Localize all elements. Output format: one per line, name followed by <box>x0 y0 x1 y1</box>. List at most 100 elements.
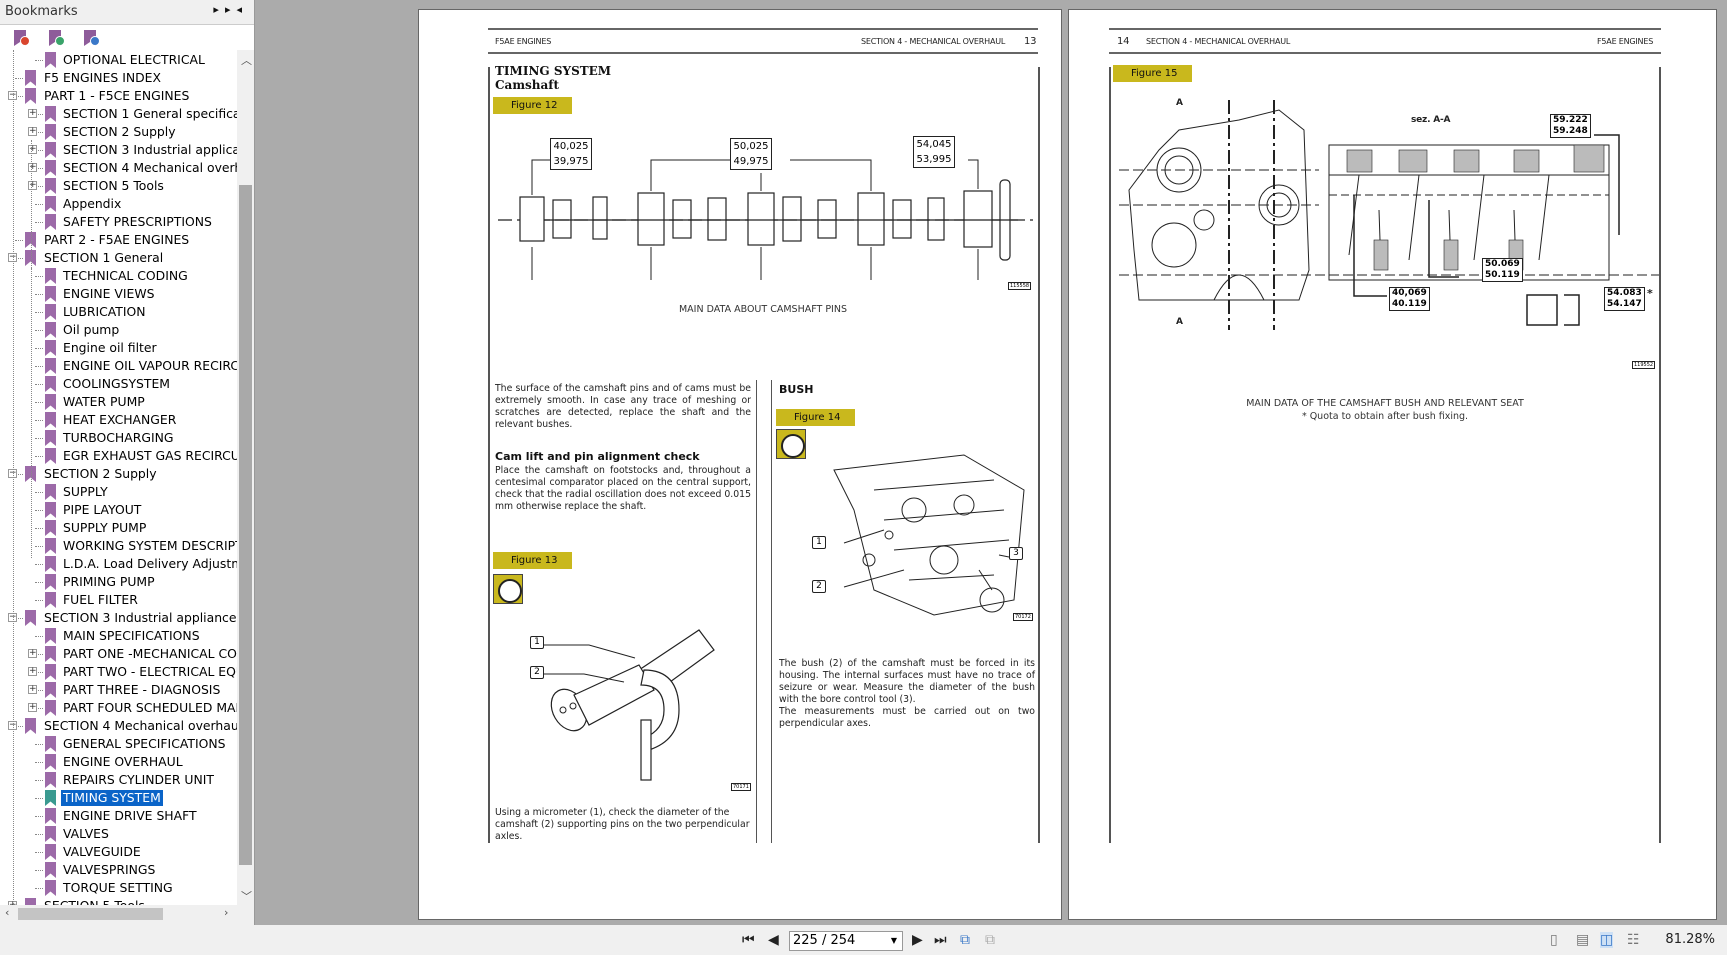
expand-icon[interactable]: + <box>28 703 37 712</box>
bookmark-item[interactable]: L.D.A. Load Delivery Adjustment <box>0 555 237 573</box>
bookmark-item[interactable]: HEAT EXCHANGER <box>0 411 237 429</box>
first-page-icon[interactable]: ⏮ <box>742 932 755 948</box>
bookmark-item[interactable]: TECHNICAL CODING <box>0 267 237 285</box>
section-label: sez. A-A <box>1411 115 1451 125</box>
bookmark-item[interactable]: EGR EXHAUST GAS RECIRCULATION <box>0 447 237 465</box>
bookmark-icon <box>45 628 56 644</box>
scroll-up-icon[interactable]: ︿ <box>241 52 252 68</box>
bookmark-item[interactable]: ENGINE OIL VAPOUR RECIRCULATION <box>0 357 237 375</box>
scroll-right-icon[interactable]: › <box>224 906 228 919</box>
bookmark-item[interactable]: VALVEGUIDE <box>0 843 237 861</box>
bookmark-item[interactable]: VALVESPRINGS <box>0 861 237 879</box>
bookmark-item[interactable]: MAIN SPECIFICATIONS <box>0 627 237 645</box>
scroll-down-icon[interactable]: ﹀ <box>241 888 252 904</box>
bookmark-item[interactable]: + PART FOUR SCHEDULED MAINTENANCE <box>0 699 237 717</box>
bookmark-item[interactable]: SAFETY PRESCRIPTIONS <box>0 213 237 231</box>
facing-view-icon[interactable]: ◫ <box>1600 932 1614 948</box>
bookmark-label: PART ONE -MECHANICAL COMPONENTS <box>63 646 237 661</box>
bookmark-icon <box>45 520 56 536</box>
bookmark-icon <box>45 142 56 158</box>
expand-icon[interactable]: + <box>28 181 37 190</box>
bookmark-item[interactable]: WATER PUMP <box>0 393 237 411</box>
single-page-view-icon[interactable]: ▯ <box>1550 932 1558 948</box>
bookmark-item[interactable]: PRIMING PUMP <box>0 573 237 591</box>
continuous-facing-view-icon[interactable]: ☷ <box>1627 932 1640 948</box>
zoom-level[interactable]: 81.28% <box>1665 932 1715 947</box>
bookmark-item[interactable]: ENGINE VIEWS <box>0 285 237 303</box>
bookmark-item[interactable]: Oil pump <box>0 321 237 339</box>
bookmark-item[interactable]: LUBRICATION <box>0 303 237 321</box>
collapse-panel-icon[interactable]: ◂ <box>236 3 248 16</box>
bookmark-item[interactable]: TIMING SYSTEM <box>0 789 237 807</box>
bookmark-item[interactable]: GENERAL SPECIFICATIONS <box>0 735 237 753</box>
bookmark-item[interactable]: + SECTION 1 General specification <box>0 105 237 123</box>
expand-icon[interactable]: + <box>28 685 37 694</box>
expand-icon[interactable]: + <box>28 649 37 658</box>
bookmark-icon <box>45 430 56 446</box>
micrometer-tool-icon <box>493 574 523 604</box>
bookmark-item[interactable]: − PART 1 - F5CE ENGINES <box>0 87 237 105</box>
bookmark-item[interactable]: ENGINE OVERHAUL <box>0 753 237 771</box>
bookmark-icon <box>45 754 56 770</box>
tree-connector <box>35 456 43 457</box>
bookmark-label: HEAT EXCHANGER <box>63 412 177 427</box>
scroll-left-icon[interactable]: ‹ <box>5 906 9 919</box>
bookmark-item[interactable]: ENGINE DRIVE SHAFT <box>0 807 237 825</box>
bookmark-item[interactable]: +SECTION 5 Tools <box>0 177 237 195</box>
scrollbar-thumb[interactable] <box>18 908 163 920</box>
page-number-input[interactable]: 225 / 254 ▼ <box>789 931 903 951</box>
expand-icon[interactable]: + <box>28 667 37 676</box>
bookmark-item[interactable]: + SECTION 4 Mechanical overhaul <box>0 159 237 177</box>
horizontal-scrollbar[interactable]: ‹ › <box>0 905 237 922</box>
bookmark-item[interactable]: − SECTION 1 General <box>0 249 237 267</box>
bookmark-label: ENGINE OVERHAUL <box>63 754 183 769</box>
continuous-view-icon[interactable]: ▤ <box>1576 932 1589 948</box>
expand-panel-icon[interactable]: ▸▸ <box>213 3 236 16</box>
bookmark-item[interactable]: COOLINGSYSTEM <box>0 375 237 393</box>
dimension-box: 40,069 40.119 <box>1389 287 1430 311</box>
next-page-icon[interactable]: ▶ <box>912 932 923 948</box>
bookmark-item[interactable]: + SECTION 3 Industrial application <box>0 141 237 159</box>
expand-icon[interactable]: + <box>28 145 37 154</box>
bookmark-icon <box>45 124 56 140</box>
bookmark-label: TURBOCHARGING <box>63 430 174 445</box>
bookmark-icon <box>45 574 56 590</box>
expand-icon[interactable]: + <box>28 109 37 118</box>
bookmark-item[interactable]: + SECTION 2 Supply <box>0 123 237 141</box>
bookmark-item[interactable]: SUPPLY PUMP <box>0 519 237 537</box>
bookmark-item[interactable]: FUEL FILTER <box>0 591 237 609</box>
bookmark-item[interactable]: TORQUE SETTING <box>0 879 237 897</box>
dim-min: 59.222 <box>1553 115 1588 125</box>
bookmark-item[interactable]: VALVES <box>0 825 237 843</box>
bookmark-item[interactable]: Engine oil filter <box>0 339 237 357</box>
bookmark-item[interactable]: − SECTION 3 Industrial appliance <box>0 609 237 627</box>
panel-splitter[interactable] <box>255 0 261 925</box>
bookmark-item[interactable]: + PART ONE -MECHANICAL COMPONENTS <box>0 645 237 663</box>
vertical-scrollbar[interactable]: ︿ ﹀ <box>237 50 254 905</box>
chevron-down-icon[interactable]: ▼ <box>891 932 897 950</box>
bookmark-item[interactable]: +SECTION 5 Tools <box>0 897 237 905</box>
bookmark-item[interactable]: Appendix <box>0 195 237 213</box>
previous-page-icon[interactable]: ◀ <box>768 932 779 948</box>
last-page-icon[interactable]: ⏭ <box>934 932 947 948</box>
next-view-icon[interactable]: ⧉ <box>985 932 995 948</box>
bookmark-item[interactable]: − SECTION 2 Supply <box>0 465 237 483</box>
bookmark-item[interactable]: PIPE LAYOUT <box>0 501 237 519</box>
scrollbar-thumb[interactable] <box>239 185 252 865</box>
bookmark-item[interactable]: + PART TWO - ELECTRICAL EQUIPMENT <box>0 663 237 681</box>
bookmark-item[interactable]: − SECTION 4 Mechanical overhaul <box>0 717 237 735</box>
bookmark-item[interactable]: REPAIRS CYLINDER UNIT <box>0 771 237 789</box>
bookmark-item[interactable]: SUPPLY <box>0 483 237 501</box>
bookmark-item[interactable]: WORKING SYSTEM DESCRIPTION <box>0 537 237 555</box>
bookmark-icon <box>45 484 56 500</box>
expand-icon[interactable]: + <box>28 163 37 172</box>
bookmark-item[interactable]: + PART THREE - DIAGNOSIS <box>0 681 237 699</box>
previous-view-icon[interactable]: ⧉ <box>960 932 970 948</box>
bookmark-item[interactable]: F5 ENGINES INDEX <box>0 69 237 87</box>
bookmark-item[interactable]: OPTIONAL ELECTRICAL <box>0 51 237 69</box>
bookmark-item[interactable]: PART 2 - F5AE ENGINES <box>0 231 237 249</box>
paragraph: Place the camshaft on footstocks and, th… <box>495 465 751 512</box>
expand-icon[interactable]: + <box>28 127 37 136</box>
bookmark-icon <box>45 160 56 176</box>
bookmark-item[interactable]: TURBOCHARGING <box>0 429 237 447</box>
